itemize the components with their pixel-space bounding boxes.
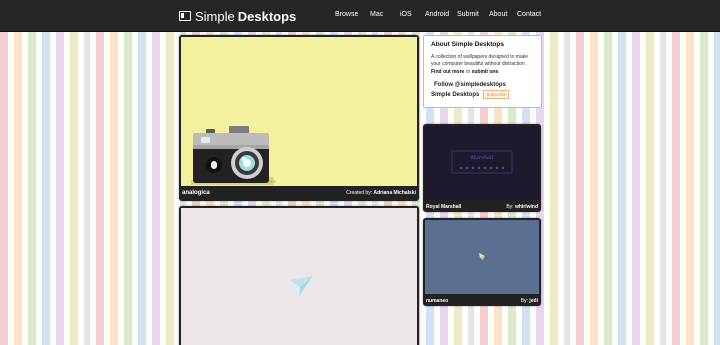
wallpaper-title[interactable]: analogica [182,190,210,196]
follow-twitter-link[interactable]: Follow @simpledesktops [431,81,534,90]
camera-illustration [191,126,276,185]
wallpaper-credit: Created by: Adriana Michalski [346,190,416,196]
site-logo[interactable]: Simple Desktops [179,8,296,24]
wallpaper-credit: By: whirlwind [506,204,538,210]
wallpaper-credit: By: jedi [521,298,538,304]
about-panel: About Simple Desktops A collection of wa… [423,35,542,108]
wallpaper-card-analogica[interactable]: analogica Created by: Adriana Michalski [179,35,419,201]
about-text: A collection of wallpapers designed to m… [431,53,529,68]
logo-text-bold: Desktops [237,8,297,24]
wallpaper-author[interactable]: Adriana Michalski [373,190,416,196]
about-text-or: or [464,68,472,75]
credit-prefix: Created by: [346,190,374,196]
wallpaper-title[interactable]: Royal Marshall [426,204,461,210]
find-out-more-link[interactable]: Find out more [431,69,464,75]
about-text-period: . [498,68,500,75]
wallpaper-caption: analogica Created by: Adriana Michalski [179,186,419,201]
desktop-logo-icon [179,11,191,21]
credit-prefix: By: [506,204,515,210]
svg-text:Marshall: Marshall [470,155,494,161]
about-title: About Simple Desktops [431,41,504,48]
wallpaper-card-numaneo[interactable]: numaneo By: jedi [423,218,541,306]
wallpaper-caption: Royal Marshall By: whirlwind [423,200,541,212]
wallpaper-card-royal-marshall[interactable]: Marshall Royal Marshall By: whirlwind [423,124,541,212]
top-navigation-bar: Simple Desktops Browse Mac iOS Android S… [0,0,720,32]
wallpaper-title[interactable]: numaneo [426,298,448,304]
subscribe-button[interactable]: Subscribe [483,90,510,99]
brand-name: Simple Desktops [431,92,480,98]
wallpaper-thumbnail[interactable] [181,37,417,186]
nav-browse[interactable]: Browse [335,11,358,18]
nav-mac[interactable]: Mac [370,11,383,18]
amplifier-illustration: Marshall [451,150,513,174]
follow-section: Follow @simpledesktops Simple Desktops Su… [431,81,534,100]
nav-android[interactable]: Android [425,11,449,18]
submit-one-link[interactable]: submit one [472,69,499,75]
nav-contact[interactable]: Contact [517,11,541,18]
about-description: A collection of wallpapers designed to m… [431,54,534,77]
wallpaper-author[interactable]: whirlwind [515,204,538,210]
nav-about[interactable]: About [489,11,507,18]
nav-submit[interactable]: Submit [457,11,479,18]
bird-illustration [479,253,485,260]
wallpaper-thumbnail[interactable]: Marshall [425,126,539,200]
wallpaper-card-paper-plane[interactable] [179,206,419,345]
wallpaper-caption: numaneo By: jedi [423,294,541,306]
paper-plane-illustration [289,276,313,296]
logo-text: Simple [195,8,235,24]
wallpaper-thumbnail[interactable] [181,208,417,345]
wallpaper-thumbnail[interactable] [425,220,539,294]
wallpaper-author[interactable]: jedi [529,298,538,304]
nav-ios[interactable]: iOS [400,11,412,18]
